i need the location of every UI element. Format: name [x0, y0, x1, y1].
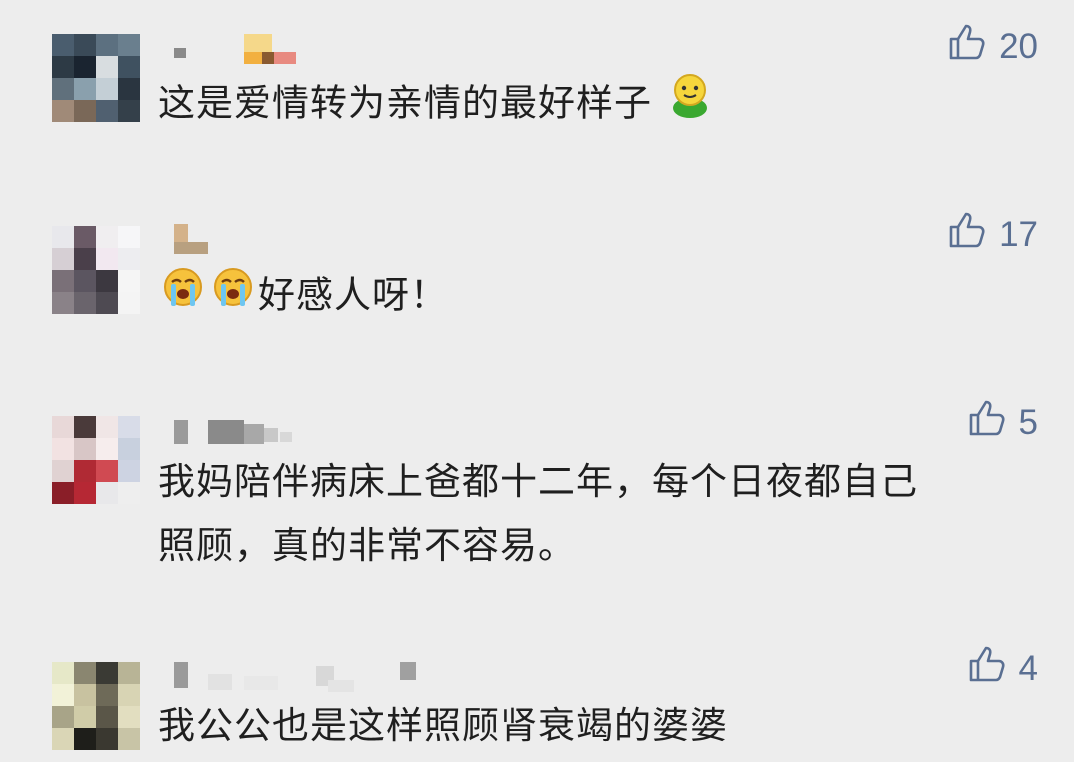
avatar-pixel — [52, 662, 74, 684]
avatar-pixel — [96, 438, 118, 460]
avatar-pixel — [52, 292, 74, 314]
avatar-pixel — [96, 460, 118, 482]
avatar-pixel — [74, 78, 96, 100]
avatar-pixel — [96, 416, 118, 438]
avatar-pixel — [96, 56, 118, 78]
avatar-pixel — [74, 438, 96, 460]
like-count: 17 — [999, 214, 1038, 254]
like-count: 20 — [999, 26, 1038, 66]
avatar-pixel — [52, 226, 74, 248]
avatar-pixel — [74, 662, 96, 684]
comment-text: 好感人呀！ — [158, 262, 448, 332]
avatar-pixel — [52, 100, 74, 122]
username-blurred[interactable] — [168, 660, 428, 692]
avatar-pixel — [52, 34, 74, 56]
avatar[interactable] — [52, 416, 140, 504]
avatar-pixel — [96, 270, 118, 292]
thumbs-up-icon — [967, 644, 1007, 693]
avatar-pixel — [118, 482, 140, 504]
username-blurred[interactable] — [168, 224, 218, 254]
avatar-pixel — [96, 684, 118, 706]
avatar-pixel — [52, 482, 74, 504]
like-button[interactable]: 17 — [947, 210, 1038, 259]
avatar-pixel — [96, 292, 118, 314]
avatar-pixel — [74, 56, 96, 78]
like-count: 5 — [1018, 402, 1038, 442]
avatar-pixel — [74, 460, 96, 482]
avatar-pixel — [96, 248, 118, 270]
avatar-pixel — [118, 662, 140, 684]
avatar-pixel — [118, 706, 140, 728]
avatar-pixel — [52, 248, 74, 270]
avatar-pixel — [74, 100, 96, 122]
avatar[interactable] — [52, 662, 140, 750]
crying-emoji-icon — [208, 262, 258, 332]
avatar-pixel — [96, 706, 118, 728]
avatar-pixel — [118, 100, 140, 122]
avatar-pixel — [74, 270, 96, 292]
avatar-pixel — [52, 728, 74, 750]
avatar-pixel — [52, 438, 74, 460]
avatar-pixel — [118, 416, 140, 438]
comment-text: 这是爱情转为亲情的最好样子 — [158, 70, 715, 140]
like-button[interactable]: 5 — [967, 398, 1038, 447]
thumbs-up-icon — [967, 398, 1007, 447]
username-blurred[interactable] — [168, 418, 298, 444]
avatar-pixel — [74, 684, 96, 706]
avatar-pixel — [118, 728, 140, 750]
avatar-pixel — [52, 684, 74, 706]
avatar-pixel — [74, 34, 96, 56]
avatar-pixel — [118, 460, 140, 482]
avatar-pixel — [52, 416, 74, 438]
avatar-pixel — [74, 416, 96, 438]
avatar-pixel — [74, 292, 96, 314]
avatar-pixel — [52, 460, 74, 482]
avatar-pixel — [96, 100, 118, 122]
avatar[interactable] — [52, 226, 140, 314]
thumbs-up-icon — [947, 22, 987, 71]
avatar-pixel — [118, 34, 140, 56]
avatar-pixel — [118, 438, 140, 460]
avatar-pixel — [118, 248, 140, 270]
avatar-pixel — [96, 662, 118, 684]
avatar-pixel — [96, 226, 118, 248]
avatar-pixel — [118, 684, 140, 706]
avatar-pixel — [96, 34, 118, 56]
avatar-pixel — [74, 248, 96, 270]
avatar-pixel — [74, 226, 96, 248]
avatar-pixel — [96, 728, 118, 750]
crying-emoji-icon — [158, 262, 208, 332]
avatar-pixel — [52, 706, 74, 728]
avatar-pixel — [118, 78, 140, 100]
avatar-pixel — [74, 706, 96, 728]
like-button[interactable]: 20 — [947, 22, 1038, 71]
avatar-pixel — [52, 56, 74, 78]
username-blurred[interactable] — [168, 34, 298, 64]
avatar-pixel — [52, 78, 74, 100]
avatar-pixel — [118, 270, 140, 292]
avatar-pixel — [74, 728, 96, 750]
like-button[interactable]: 4 — [967, 644, 1038, 693]
avatar-pixel — [118, 292, 140, 314]
avatar-pixel — [118, 226, 140, 248]
comment-text: 我妈陪伴病床上爸都十二年，每个日夜都自己 照顾，真的非常不容易。 — [158, 460, 918, 567]
avatar-pixel — [96, 78, 118, 100]
like-count: 4 — [1018, 648, 1038, 688]
avatar[interactable] — [52, 34, 140, 122]
smile-emoji-icon — [665, 70, 715, 140]
comment-text: 我公公也是这样照顾肾衰竭的婆婆 — [158, 704, 728, 747]
avatar-pixel — [52, 270, 74, 292]
thumbs-up-icon — [947, 210, 987, 259]
avatar-pixel — [74, 482, 96, 504]
avatar-pixel — [96, 482, 118, 504]
avatar-pixel — [118, 56, 140, 78]
